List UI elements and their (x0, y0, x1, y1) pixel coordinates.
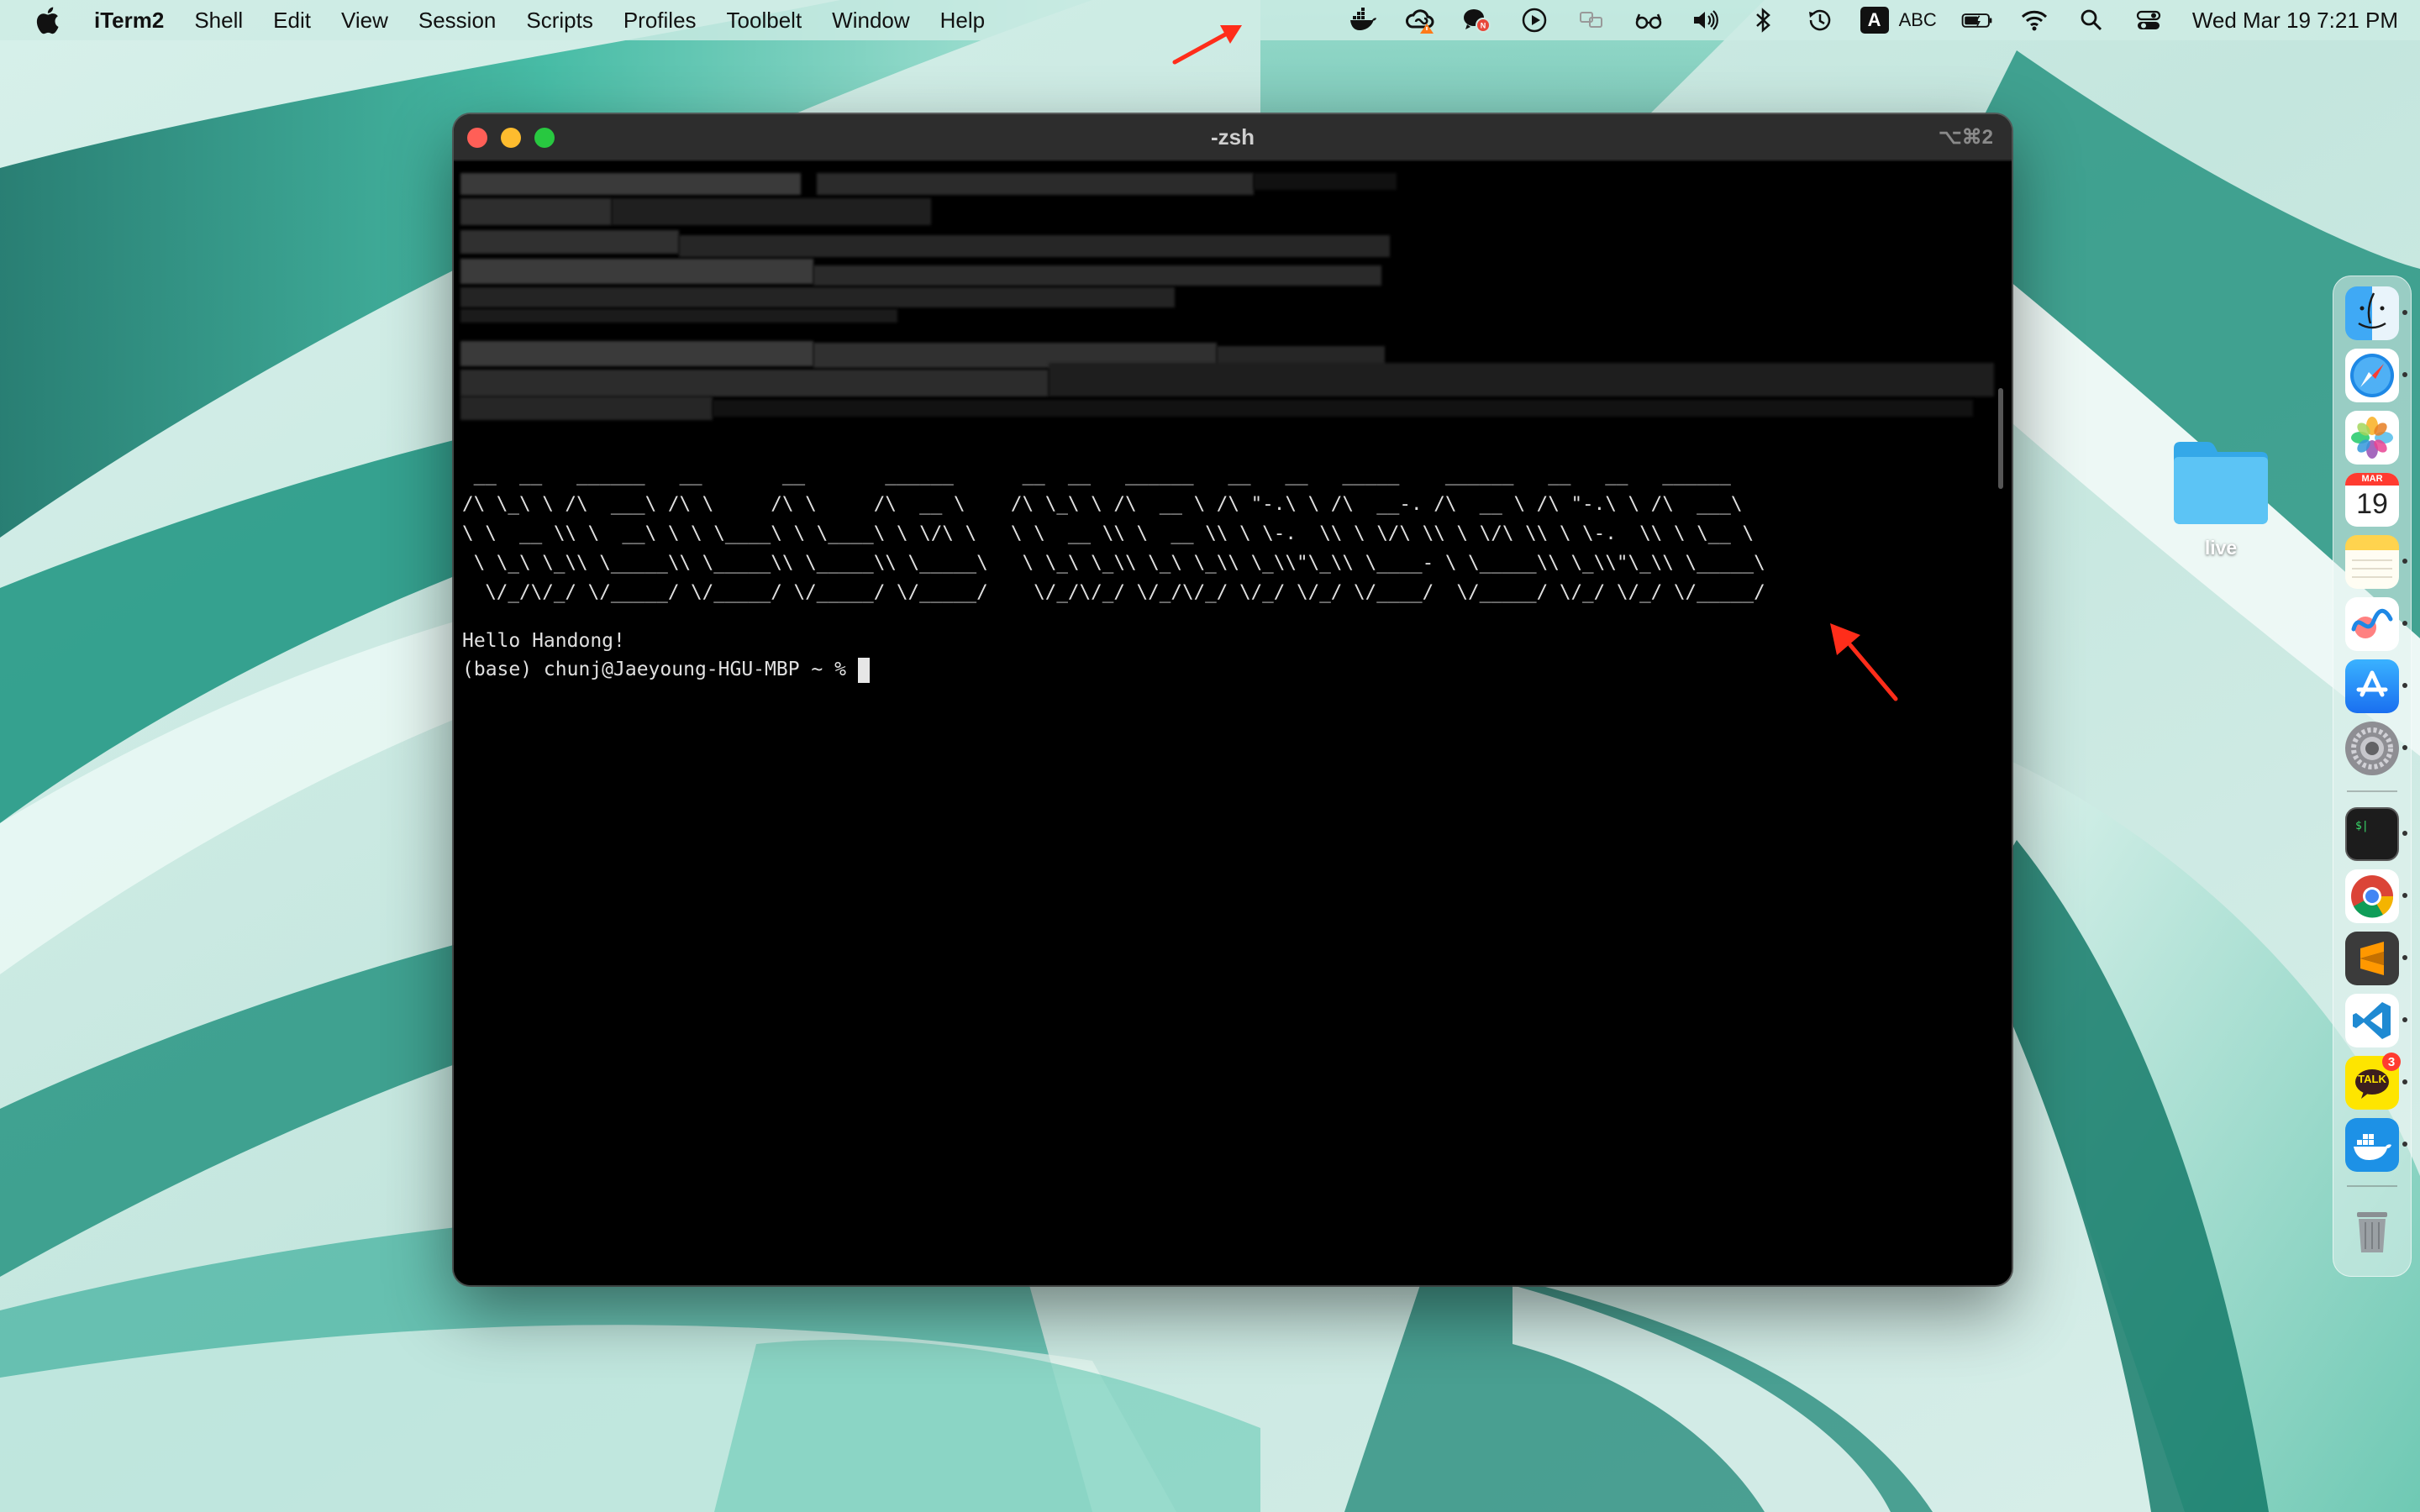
running-indicator (2402, 310, 2407, 315)
iterm2-window: -zsh ⌥⌘2 __ __ ______ __ __ ______ __ __… (454, 114, 2012, 1285)
notification-badge: 3 (2382, 1053, 2401, 1071)
menu-toolbelt[interactable]: Toolbelt (712, 0, 818, 40)
reading-glasses-icon[interactable] (1632, 0, 1665, 40)
desktop-folder-label: live (2204, 537, 2238, 559)
ascii-art-banner: __ __ ______ __ __ ______ __ __ ______ _… (462, 460, 1765, 607)
wifi-icon[interactable] (2018, 0, 2051, 40)
control-center-icon[interactable] (2132, 0, 2165, 40)
play-circle-icon[interactable] (1518, 0, 1551, 40)
menu-session[interactable]: Session (403, 0, 512, 40)
scrollbar[interactable] (1998, 388, 2003, 489)
ascii-art-line: \ \_\ \_\\ \_____\\ \_____\\ \_____\\ \_… (462, 552, 1765, 574)
calendar-day: 19 (2356, 488, 2388, 520)
iterm2-icon[interactable]: $| (2345, 807, 2399, 861)
ascii-art-line: /\ \_\ \ /\ ___\ /\ \ /\ \ /\ __ \ /\ \_… (462, 493, 1743, 515)
ascii-art-line: \ \ __ \\ \ __\ \ \ \____\ \ \____\ \ \/… (462, 522, 1754, 544)
running-indicator (2402, 1079, 2407, 1084)
wechat-icon[interactable]: N (1460, 0, 1494, 40)
vscode-icon[interactable] (2345, 994, 2399, 1047)
freeform-icon[interactable] (2345, 597, 2399, 651)
menu-help[interactable]: Help (925, 0, 1000, 40)
running-indicator (2402, 559, 2407, 564)
menu-app-iterm2[interactable]: iTerm2 (72, 0, 179, 40)
battery-icon[interactable] (1960, 0, 1994, 40)
time-machine-icon[interactable] (1803, 0, 1837, 40)
menu-window[interactable]: Window (817, 0, 924, 40)
photos-icon[interactable] (2345, 411, 2399, 465)
menu-shell[interactable]: Shell (179, 0, 258, 40)
prompt-text: (base) chunj@Jaeyoung-HGU-MBP ~ % (462, 659, 846, 680)
sublime-text-icon[interactable] (2345, 932, 2399, 985)
running-indicator (2402, 683, 2407, 688)
trash-icon[interactable] (2345, 1204, 2399, 1257)
safari-icon[interactable] (2345, 349, 2399, 402)
kakaotalk-label: TALK (2358, 1073, 2386, 1085)
window-title: -zsh (1211, 124, 1255, 150)
svg-text:N: N (1480, 22, 1486, 30)
calendar-month: MAR (2345, 473, 2399, 486)
running-indicator (2402, 621, 2407, 626)
window-shortcut: ⌥⌘2 (1938, 126, 1993, 149)
menu-bar-left: iTerm2 Shell Edit View Session Scripts P… (0, 0, 1000, 40)
menu-view[interactable]: View (326, 0, 403, 40)
folder-icon (2174, 442, 2268, 524)
annotation-arrow-ascii (1830, 623, 1898, 701)
dock-separator (2347, 790, 2397, 792)
creative-cloud-icon[interactable] (1403, 0, 1437, 40)
system-settings-icon[interactable] (2345, 722, 2399, 775)
running-indicator (2402, 372, 2407, 377)
terminal-output[interactable]: __ __ ______ __ __ ______ __ __ ______ _… (454, 161, 2012, 1285)
docker-whale-icon[interactable] (1346, 0, 1380, 40)
menu-bar-clock[interactable]: Wed Mar 19 7:21 PM (2192, 8, 2398, 34)
ascii-art-line: __ __ ______ __ __ ______ __ __ ______ _… (462, 464, 1731, 486)
menu-scripts[interactable]: Scripts (511, 0, 608, 40)
desktop-folder-live[interactable]: live (2166, 437, 2275, 559)
running-indicator (2402, 1142, 2407, 1147)
input-source-badge[interactable]: A (1860, 7, 1889, 34)
running-indicator (2402, 745, 2407, 750)
svg-text:$|: $| (2355, 820, 2369, 832)
search-icon[interactable] (2075, 0, 2108, 40)
menu-profiles[interactable]: Profiles (608, 0, 712, 40)
window-titlebar[interactable]: -zsh ⌥⌘2 (454, 114, 2012, 161)
calendar-icon[interactable]: MAR 19 (2345, 473, 2399, 527)
dock-separator (2347, 1185, 2397, 1187)
text-cursor (857, 657, 870, 683)
chrome-icon[interactable] (2345, 869, 2399, 923)
input-source-name[interactable]: ABC (1899, 9, 1937, 31)
annotation-arrow-menubar (1172, 25, 1242, 65)
menu-bar-status-area: N A ABC Wed Mar 19 7:21 PM (1334, 0, 2398, 40)
notes-icon[interactable] (2345, 535, 2399, 589)
running-indicator (2402, 1017, 2407, 1022)
screen-mirror-icon[interactable] (1575, 0, 1608, 40)
docker-icon[interactable] (2345, 1118, 2399, 1172)
dock: MAR 19 $| TALK 3 (2333, 276, 2412, 1277)
hello-message: Hello Handong! (462, 630, 625, 652)
app-store-icon[interactable] (2345, 659, 2399, 713)
running-indicator (2402, 893, 2407, 898)
apple-logo-icon[interactable] (22, 6, 72, 34)
running-indicator (2402, 831, 2407, 836)
finder-icon[interactable] (2345, 286, 2399, 340)
shell-prompt[interactable]: (base) chunj@Jaeyoung-HGU-MBP ~ % (462, 655, 870, 685)
volume-icon[interactable] (1689, 0, 1723, 40)
running-indicator (2402, 955, 2407, 960)
bluetooth-icon[interactable] (1746, 0, 1780, 40)
ascii-art-line: \/_/\/_/ \/_____/ \/_____/ \/_____/ \/__… (462, 581, 1765, 603)
menu-edit[interactable]: Edit (258, 0, 326, 40)
